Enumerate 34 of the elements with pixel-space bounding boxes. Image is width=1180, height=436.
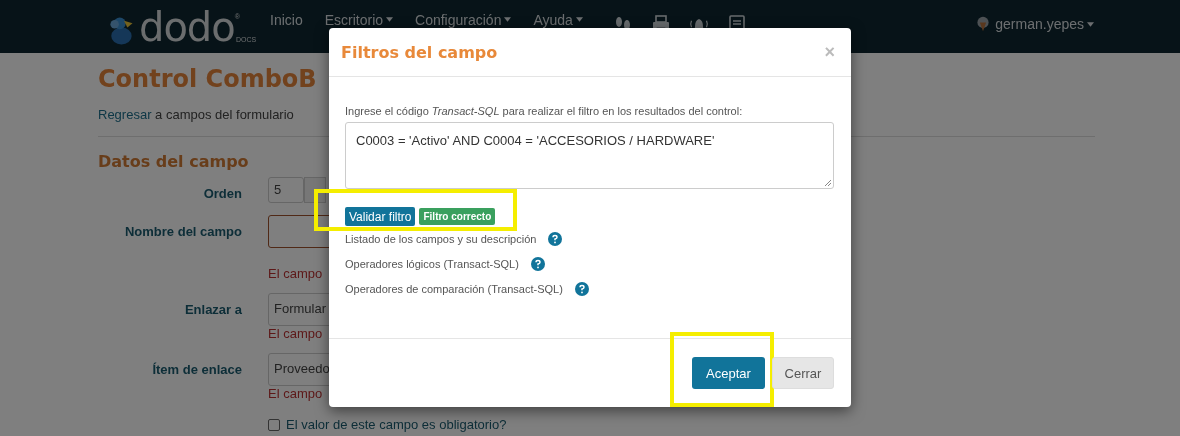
back-link[interactable]: Regresar	[98, 107, 152, 122]
field-label: Enlazar a	[183, 301, 242, 319]
close-dialog-button[interactable]: Cerrar	[772, 357, 834, 389]
modal-title: Filtros del campo	[341, 42, 498, 62]
field-label: Ítem de enlace	[151, 361, 242, 379]
instruction-text: Ingrese el código Transact-SQL para realizar el filtro en los resultados del control:	[345, 105, 744, 117]
nav-menu-item[interactable]: Inicio	[270, 11, 303, 28]
nav-menu-item[interactable]: Configuración	[415, 11, 512, 28]
back-text: a campos del formulario	[155, 107, 294, 122]
field-label: Orden	[202, 185, 242, 203]
filter-textarea[interactable]: C0003 = 'Activo' AND C0004 = 'ACCESORIOS / HARDWARE'	[345, 122, 834, 189]
help-icon[interactable]	[574, 282, 589, 296]
status-badge: Filtro correcto	[419, 208, 496, 225]
help-link-text[interactable]: Operadores de comparación (Transact-SQL)	[345, 283, 563, 295]
page-title: Control ComboB	[98, 65, 318, 93]
accept-button[interactable]: Aceptar	[692, 357, 765, 389]
caret-icon	[1087, 21, 1094, 27]
user-menu[interactable]: german.yepes	[995, 16, 1094, 32]
error-message: El campo	[268, 326, 323, 341]
resize-grip-icon[interactable]	[824, 179, 832, 187]
error-message: El campo	[268, 386, 323, 401]
help-icon[interactable]	[548, 232, 563, 246]
help-link-text[interactable]: Listado de los campos y su descripción	[345, 233, 537, 245]
field-label: Nombre del campo	[123, 223, 242, 241]
nav-menu-item[interactable]: Ayuda	[533, 11, 583, 28]
checkbox[interactable]	[268, 418, 280, 431]
logo-text[interactable]: dodo	[139, 6, 235, 47]
checkbox-label: El valor de este campo es obligatorio?	[286, 417, 507, 432]
help-link-text[interactable]: Operadores lógicos (Transact-SQL)	[345, 258, 519, 270]
error-message: El campo	[268, 266, 323, 281]
nav-menu-item[interactable]: Escritorio	[324, 11, 394, 28]
help-icon[interactable]	[530, 257, 545, 271]
validate-button[interactable]: Validar filtro	[345, 207, 416, 226]
section-title: Datos del campo	[98, 152, 250, 171]
